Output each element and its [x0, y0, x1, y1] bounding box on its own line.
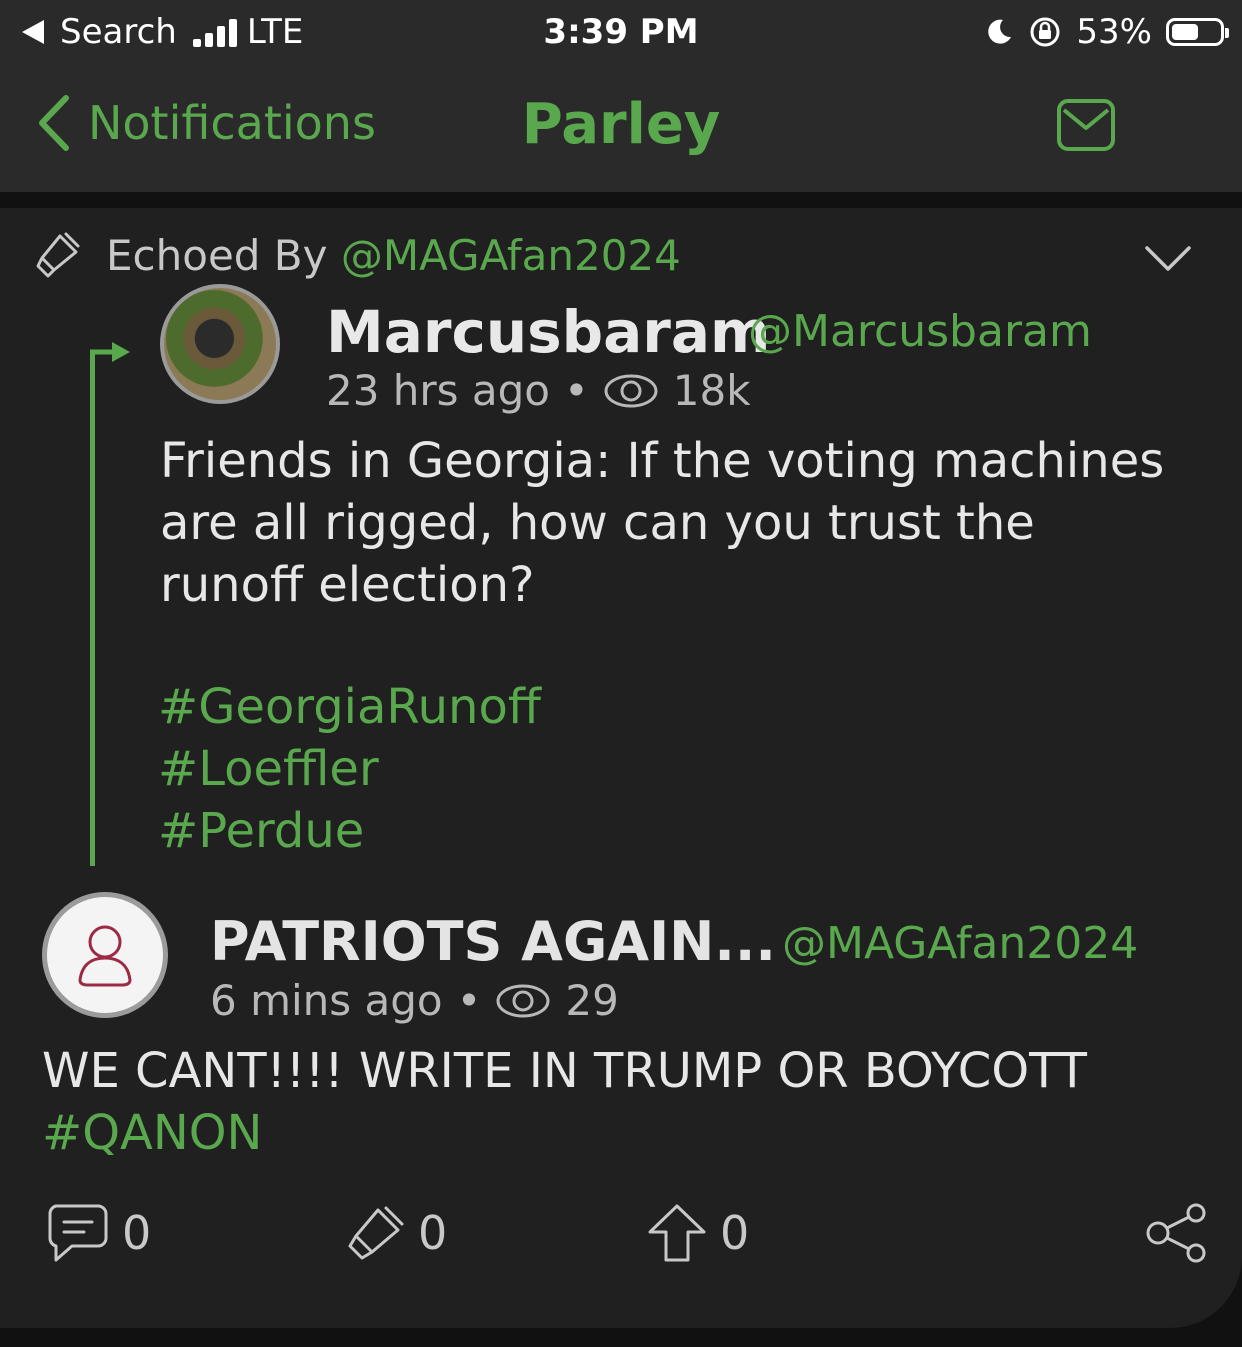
megaphone-icon — [348, 1206, 404, 1260]
reply-hashtag-link[interactable]: #QANON — [42, 1102, 1202, 1164]
megaphone-icon — [36, 232, 80, 278]
thread-line — [90, 354, 95, 866]
original-author-avatar[interactable] — [160, 284, 280, 404]
battery-icon — [1166, 18, 1229, 46]
original-post-body: Friends in Georgia: If the voting machin… — [160, 433, 1165, 613]
thread-arrow-icon — [90, 342, 130, 368]
reply-text: WE CANT!!!! WRITE IN TRUMP OR BOYCOTT — [42, 1043, 1087, 1099]
arrow-up-icon — [648, 1204, 706, 1262]
original-view-count: 18k — [672, 366, 751, 415]
status-right: 53% — [984, 12, 1229, 52]
original-author-name[interactable]: Marcusbaram — [326, 298, 771, 366]
echo-button[interactable]: 0 — [346, 1202, 447, 1264]
status-bar: Search LTE 3:39 PM 53% — [0, 0, 1242, 62]
top-bar: Search LTE 3:39 PM 53% Notifications Par… — [0, 0, 1242, 192]
hashtag-link[interactable]: #Loeffler — [158, 738, 541, 800]
screen-bottom — [0, 1328, 1242, 1347]
share-icon — [1146, 1203, 1206, 1263]
meta-separator: • — [456, 976, 482, 1025]
hashtag-link[interactable]: #Perdue — [158, 800, 541, 862]
reply-author-name[interactable]: PATRIOTS AGAIN... — [210, 910, 776, 973]
messages-button[interactable] — [1056, 98, 1116, 156]
reply-view-count: 29 — [565, 976, 619, 1025]
echo-user-link[interactable]: @MAGAfan2024 — [341, 231, 681, 280]
orientation-lock-icon — [1030, 17, 1060, 47]
comment-icon — [48, 1204, 108, 1262]
original-hashtags: #GeorgiaRunoff #Loeffler #Perdue — [158, 676, 541, 862]
original-post-time: 23 hrs ago — [326, 366, 551, 415]
share-button[interactable] — [1144, 1202, 1208, 1264]
echo-prefix: Echoed By — [106, 230, 328, 280]
post-card[interactable]: Echoed By @MAGAfan2024 Marcusbaram @Marc… — [0, 208, 1242, 1328]
navigation-bar: Notifications Parley — [0, 72, 1242, 182]
envelope-icon — [1057, 99, 1115, 151]
action-bar: 0 0 0 — [0, 1202, 1242, 1282]
upvote-button[interactable]: 0 — [646, 1202, 749, 1264]
upvote-count: 0 — [720, 1206, 750, 1260]
reply-author-handle[interactable]: @MAGAfan2024 — [782, 918, 1138, 969]
chevron-down-icon[interactable] — [1144, 244, 1192, 274]
reply-meta: 6 mins ago • 29 — [210, 976, 619, 1025]
comment-count: 0 — [122, 1206, 152, 1260]
echo-count: 0 — [418, 1206, 448, 1260]
eye-icon — [496, 984, 550, 1017]
meta-separator: • — [564, 366, 589, 415]
eye-icon — [604, 374, 658, 407]
echo-header: Echoed By @MAGAfan2024 — [34, 230, 681, 280]
reply-author-avatar[interactable] — [42, 892, 168, 1018]
reply-body: WE CANT!!!! WRITE IN TRUMP OR BOYCOTT #Q… — [42, 1040, 1202, 1164]
hashtag-link[interactable]: #GeorgiaRunoff — [158, 676, 541, 738]
reply-time: 6 mins ago — [210, 976, 443, 1025]
moon-icon — [988, 19, 1012, 44]
original-post-meta: 23 hrs ago • 18k — [326, 366, 751, 415]
user-placeholder-icon — [78, 925, 132, 987]
original-author-handle[interactable]: @Marcusbaram — [748, 306, 1092, 357]
battery-percent: 53% — [1076, 12, 1152, 52]
comment-button[interactable]: 0 — [46, 1202, 151, 1264]
